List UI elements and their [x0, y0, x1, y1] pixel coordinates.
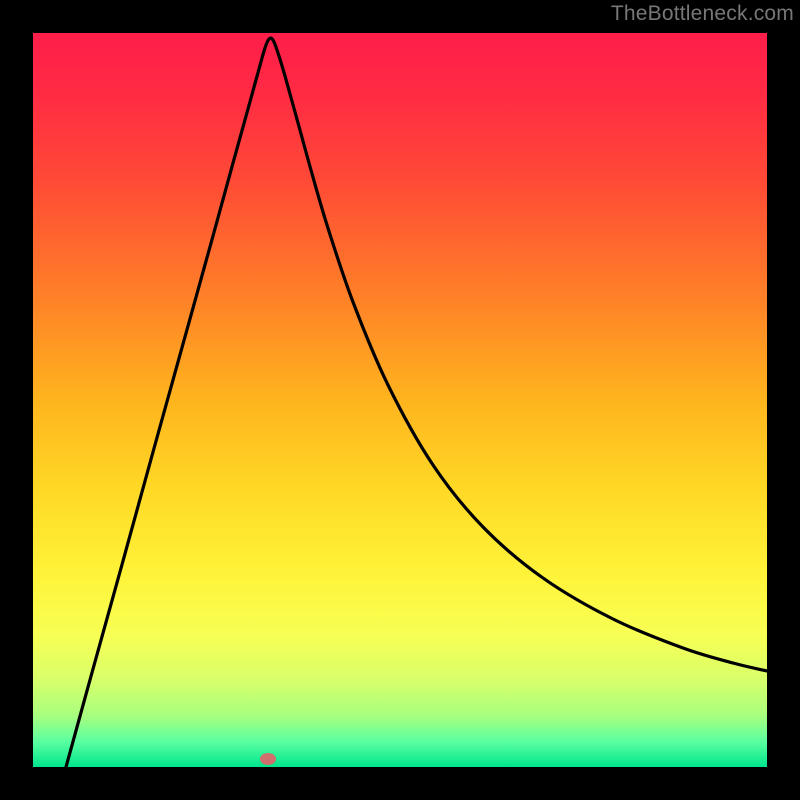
plot-area — [33, 33, 767, 767]
gradient-background — [33, 33, 767, 767]
current-point-marker — [260, 753, 276, 765]
watermark-text: TheBottleneck.com — [611, 2, 794, 26]
chart-frame: TheBottleneck.com — [0, 0, 800, 800]
plot-svg — [33, 33, 767, 767]
